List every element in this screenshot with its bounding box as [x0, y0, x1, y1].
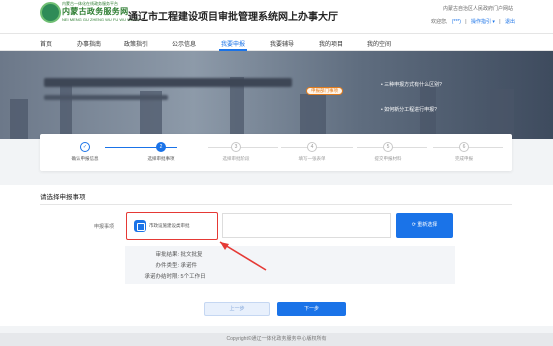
step-label: 选择审批阶段 — [222, 156, 250, 161]
step-number: 6 — [459, 142, 469, 152]
progress-stepper: ✓ 确认申报信息 2 选择审批事项 3 选择审批阶段 4 填写一张表单 5 提交… — [40, 134, 512, 171]
site-logo[interactable]: 内蒙古一体化在线政务服务平台 内蒙古政务服务网 NEI MENG GU ZHEN… — [40, 1, 139, 31]
site-footer: Copyright©通辽一体化政务服务中心版权所有 — [0, 333, 553, 346]
step-select-item: 2 选择审批事项 — [136, 142, 186, 162]
step-number: 2 — [156, 142, 166, 152]
section-title: 请选择申报事项 — [40, 194, 86, 201]
step-number: 3 — [231, 142, 241, 152]
step-fill-form: 4 填写一张表单 — [287, 142, 337, 162]
welcome-text: 欢迎您, — [430, 19, 448, 25]
nav-guide[interactable]: 办事指南 — [77, 39, 101, 48]
step-label: 完成申报 — [455, 156, 473, 161]
step-check-icon: ✓ — [80, 142, 90, 152]
selected-item-card[interactable]: 市政设施建设类审批 — [126, 212, 218, 240]
username-link[interactable]: (***) — [452, 19, 461, 25]
nav-my-space[interactable]: 我的空间 — [367, 39, 391, 48]
refresh-icon: ⟳ — [411, 222, 416, 228]
item-category-icon — [134, 220, 146, 232]
step-select-stage: 3 选择审批阶段 — [211, 142, 261, 162]
nav-policy[interactable]: 政策指引 — [124, 39, 148, 48]
step-complete: 6 完成申报 — [439, 142, 489, 162]
step-number: 5 — [383, 142, 393, 152]
step-label: 确认申报信息 — [71, 156, 99, 161]
nav-my-projects[interactable]: 我的项目 — [319, 39, 343, 48]
faq-link[interactable]: • 如何新分工程进行申报? — [381, 106, 437, 113]
next-step-button[interactable]: 下一步 — [277, 302, 346, 316]
reselect-button[interactable]: ⟳ 重新选择 — [396, 213, 453, 238]
nav-coaching[interactable]: 我要辅导 — [270, 39, 294, 48]
step-label: 提交申报材料 — [374, 156, 402, 161]
main-nav: 首页 办事指南 政策指引 公示信息 我要申报 我要辅导 我的项目 我的空间 — [0, 34, 553, 51]
site-title: 通辽市工程建设项目审批管理系统网上办事大厅 — [128, 12, 338, 23]
step-label: 选择审批事项 — [147, 156, 175, 161]
banner-project-title-blurred — [44, 78, 292, 87]
logout-link[interactable]: 退出 — [505, 19, 515, 25]
field-label: 申报事项 — [94, 224, 115, 230]
step-label: 填写一张表单 — [298, 156, 326, 161]
item-slot-empty[interactable] — [222, 213, 391, 238]
step-number: 4 — [307, 142, 317, 152]
prev-step-button[interactable]: 上一步 — [204, 302, 270, 316]
detail-row: 办件类型: 承诺件 — [155, 263, 198, 269]
nav-apply[interactable]: 我要申报 — [221, 39, 245, 48]
detail-row: 审批结果: 批文批复 — [155, 252, 203, 258]
divider — [40, 204, 512, 205]
portal-link[interactable]: 内蒙古自治区人民政府门户网站 — [443, 5, 513, 12]
annotation-arrow-icon — [219, 241, 267, 271]
logo-emblem-icon — [40, 2, 61, 23]
user-bar: 欢迎您, (***) | 操作指引 ▾ | 退出 — [428, 18, 515, 25]
selection-panel: 请选择申报事项 申报事项 市政设施建设类审批 ⟳ 重新选择 审批结果: 批文批复… — [0, 185, 553, 326]
site-header: 内蒙古一体化在线政务服务平台 内蒙古政务服务网 NEI MENG GU ZHEN… — [0, 0, 553, 34]
banner: 申报部门事项 • 三种申报方式有什么区别? • 如何新分工程进行申报? — [0, 51, 553, 139]
faq-link[interactable]: • 三种申报方式有什么区别? — [381, 81, 442, 88]
guide-dropdown[interactable]: 操作指引 ▾ — [471, 19, 495, 25]
step-confirm-info: ✓ 确认申报信息 — [60, 142, 110, 162]
detail-row: 承诺办结时限: 5个工作日 — [144, 274, 206, 280]
item-details: 审批结果: 批文批复 办件类型: 承诺件 承诺办结时限: 5个工作日 — [125, 246, 455, 284]
logo-main-text: 内蒙古政务服务网 — [62, 7, 129, 16]
separator: | — [465, 19, 467, 25]
department-badge: 申报部门事项 — [306, 87, 343, 95]
step-submit-materials: 5 提交申报材料 — [363, 142, 413, 162]
nav-public-info[interactable]: 公示信息 — [172, 39, 196, 48]
selected-item-name: 市政设施建设类审批 — [149, 223, 190, 228]
separator: | — [499, 19, 501, 25]
nav-home[interactable]: 首页 — [40, 39, 52, 48]
banner-project-subtitle-blurred — [44, 95, 168, 100]
